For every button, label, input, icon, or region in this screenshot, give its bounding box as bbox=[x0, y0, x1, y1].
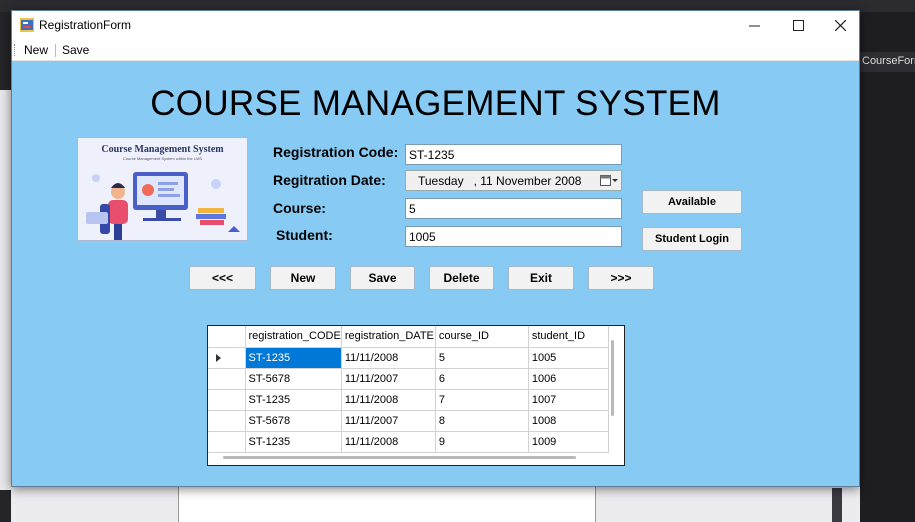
row-header[interactable] bbox=[208, 389, 246, 411]
column-header-student-id[interactable]: student_ID bbox=[528, 326, 609, 348]
registration-date-label: Regitration Date: bbox=[273, 172, 386, 188]
delete-button[interactable]: Delete bbox=[429, 266, 494, 290]
logo-subtitle: Course Management System within the LMS bbox=[122, 156, 203, 161]
table-cell[interactable]: 8 bbox=[435, 410, 529, 432]
grid-header-row: registration_CODE registration_DATE cour… bbox=[208, 326, 609, 348]
row-header[interactable] bbox=[208, 431, 246, 453]
course-management-logo-image: Course Management System Course Manageme… bbox=[77, 137, 248, 241]
logo-title: Course Management System bbox=[101, 144, 224, 155]
minimize-icon bbox=[748, 25, 760, 26]
grid-horizontal-scrollbar[interactable] bbox=[223, 456, 576, 459]
maximize-button[interactable] bbox=[776, 11, 820, 39]
row-header[interactable] bbox=[208, 368, 246, 390]
registration-window: RegistrationForm New Save COURSE MANAGEM… bbox=[11, 10, 860, 487]
course-input[interactable]: 5 bbox=[405, 198, 622, 219]
ide-left-panel-content bbox=[0, 90, 11, 490]
close-button[interactable] bbox=[818, 11, 862, 39]
table-row[interactable]: ST-1235 11/11/2008 5 1005 bbox=[208, 347, 609, 369]
ide-right-panel bbox=[860, 12, 915, 522]
exit-button[interactable]: Exit bbox=[508, 266, 574, 290]
table-cell[interactable]: ST-5678 bbox=[245, 368, 342, 390]
table-cell[interactable]: 11/11/2008 bbox=[341, 389, 436, 411]
table-cell[interactable]: 1008 bbox=[528, 410, 609, 432]
table-cell[interactable]: 1006 bbox=[528, 368, 609, 390]
save-button[interactable]: Save bbox=[350, 266, 415, 290]
table-cell[interactable]: ST-5678 bbox=[245, 410, 342, 432]
app-icon bbox=[20, 18, 34, 32]
table-row[interactable]: ST-1235 11/11/2008 7 1007 bbox=[208, 389, 609, 411]
illustration-icon bbox=[78, 164, 247, 240]
registration-date-value: Tuesday , 11 November 2008 bbox=[418, 174, 582, 188]
table-cell[interactable]: 1009 bbox=[528, 431, 609, 453]
table-cell[interactable]: 1005 bbox=[528, 347, 609, 369]
page-title: COURSE MANAGEMENT SYSTEM bbox=[150, 84, 721, 123]
minimize-button[interactable] bbox=[732, 11, 776, 39]
table-cell[interactable]: ST-1235 bbox=[245, 431, 342, 453]
close-icon bbox=[834, 19, 846, 31]
grid-vertical-scrollbar[interactable] bbox=[611, 340, 614, 416]
table-cell[interactable]: ST-1235 bbox=[245, 389, 342, 411]
table-cell[interactable]: 11/11/2007 bbox=[341, 368, 436, 390]
grid-corner-header[interactable] bbox=[208, 326, 246, 348]
table-cell[interactable]: 7 bbox=[435, 389, 529, 411]
designer-page bbox=[178, 487, 596, 522]
title-bar[interactable]: RegistrationForm bbox=[12, 11, 859, 39]
ide-tab-courseform[interactable]: CourseForm bbox=[860, 52, 915, 72]
ide-scrollbar[interactable] bbox=[832, 488, 842, 522]
table-row[interactable]: ST-1235 11/11/2008 9 1009 bbox=[208, 431, 609, 453]
menu-item-save[interactable]: Save bbox=[62, 43, 89, 57]
table-cell[interactable]: 11/11/2008 bbox=[341, 347, 436, 369]
row-header[interactable] bbox=[208, 410, 246, 432]
table-cell[interactable]: 1007 bbox=[528, 389, 609, 411]
registration-data-grid[interactable]: registration_CODE registration_DATE cour… bbox=[207, 325, 625, 466]
table-cell[interactable]: 11/11/2007 bbox=[341, 410, 436, 432]
calendar-dropdown-icon[interactable] bbox=[600, 174, 618, 187]
course-label: Course: bbox=[273, 200, 326, 216]
current-row-arrow-icon bbox=[216, 353, 221, 362]
registration-date-picker[interactable]: Tuesday , 11 November 2008 bbox=[405, 170, 622, 191]
table-cell[interactable]: 6 bbox=[435, 368, 529, 390]
previous-button[interactable]: <<< bbox=[189, 266, 256, 290]
menu-separator bbox=[55, 44, 56, 57]
new-button[interactable]: New bbox=[270, 266, 336, 290]
student-label: Student: bbox=[276, 227, 333, 243]
menu-bar: New Save bbox=[12, 39, 859, 61]
column-header-registration-date[interactable]: registration_DATE bbox=[341, 326, 436, 348]
window-title: RegistrationForm bbox=[39, 18, 132, 32]
row-header-selected[interactable] bbox=[208, 347, 246, 369]
table-cell[interactable]: 5 bbox=[435, 347, 529, 369]
student-input[interactable]: 1005 bbox=[405, 226, 622, 247]
table-row[interactable]: ST-5678 11/11/2007 6 1006 bbox=[208, 368, 609, 390]
table-cell[interactable]: ST-1235 bbox=[245, 347, 342, 369]
next-button[interactable]: >>> bbox=[588, 266, 654, 290]
table-row[interactable]: ST-5678 11/11/2007 8 1008 bbox=[208, 410, 609, 432]
column-header-registration-code[interactable]: registration_CODE bbox=[245, 326, 342, 348]
student-login-button[interactable]: Student Login bbox=[642, 227, 742, 251]
grid-table: registration_CODE registration_DATE cour… bbox=[208, 326, 609, 453]
maximize-icon bbox=[792, 19, 804, 31]
registration-code-input[interactable]: ST-1235 bbox=[405, 144, 622, 165]
menu-item-new[interactable]: New bbox=[24, 43, 48, 57]
table-cell[interactable]: 11/11/2008 bbox=[341, 431, 436, 453]
column-header-course-id[interactable]: course_ID bbox=[435, 326, 529, 348]
available-button[interactable]: Available bbox=[642, 190, 742, 214]
menu-grip bbox=[14, 44, 15, 56]
table-cell[interactable]: 9 bbox=[435, 431, 529, 453]
registration-code-label: Registration Code: bbox=[273, 144, 399, 160]
